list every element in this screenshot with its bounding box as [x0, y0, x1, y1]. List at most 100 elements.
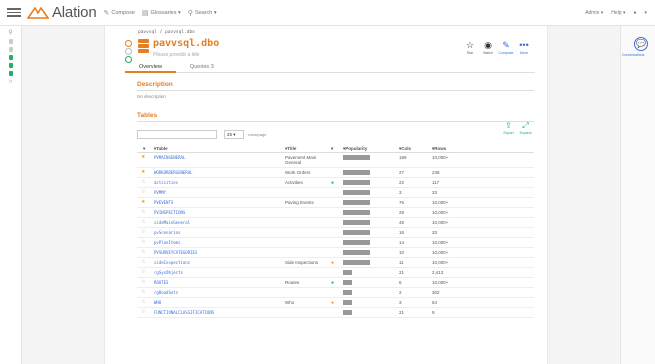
table-link[interactable]: WHO: [154, 300, 161, 305]
star-icon[interactable]: ☆: [141, 279, 145, 285]
star-icon[interactable]: ☆: [141, 309, 145, 315]
star-icon[interactable]: ☆: [141, 289, 145, 295]
star-button[interactable]: ☆ Star: [461, 40, 479, 55]
table-title: Work Orders: [285, 170, 311, 175]
cols-count: 3: [399, 300, 402, 305]
table-link[interactable]: sideInspections: [154, 260, 190, 265]
table-link[interactable]: pvPlanItems: [154, 240, 181, 245]
star-icon[interactable]: ★: [141, 169, 145, 175]
table-row: ★ PVMAINGENERAL Pavement Main General 199 10…: [137, 153, 534, 168]
help-menu[interactable]: Help ▾: [611, 10, 625, 16]
rows-count: 9: [432, 310, 435, 315]
rows-count: 54: [432, 300, 438, 305]
star-icon[interactable]: ☆: [141, 239, 145, 245]
star-icon[interactable]: ☆: [141, 189, 145, 195]
table-link[interactable]: PVMMY: [154, 190, 166, 195]
star-icon[interactable]: ★: [141, 199, 145, 205]
table-link[interactable]: PVEVENTS: [154, 200, 173, 205]
table-link[interactable]: sideMainGeneral: [154, 220, 190, 225]
page-size-select[interactable]: 25 ▾: [224, 130, 244, 139]
filter-input[interactable]: [137, 130, 217, 139]
rows-count: 10,000+: [432, 260, 449, 265]
table-link[interactable]: ROUTES: [154, 280, 168, 285]
star-icon[interactable]: ☆: [141, 219, 145, 225]
flag-warning-icon[interactable]: [125, 48, 132, 55]
tab-queries[interactable]: Queries 3: [176, 63, 228, 73]
search-icon[interactable]: ⚲: [0, 29, 21, 36]
chat-icon[interactable]: ○: [0, 79, 21, 85]
compose-button[interactable]: ✎ Compose: [497, 40, 515, 55]
cols-count: 21: [399, 310, 405, 315]
table-row: ☆ ROUTES Routes ● 6 10,000+: [137, 278, 534, 288]
star-icon[interactable]: ☆: [141, 269, 145, 275]
admin-menu[interactable]: Admin ▾: [585, 10, 603, 16]
watch-label: Watch: [483, 51, 493, 55]
page-tabs: Overview Queries 3: [125, 63, 535, 73]
nav-search-label: Search ▾: [194, 9, 217, 16]
table-link[interactable]: rgRoadSets: [154, 290, 178, 295]
star-icon[interactable]: ☆: [141, 259, 145, 265]
catalog-icon[interactable]: [8, 39, 13, 44]
breadcrumb[interactable]: pavvsql / pavvsql.dbo: [138, 30, 195, 35]
table-link[interactable]: rgSysObjects: [154, 270, 183, 275]
alation-logo-icon: [27, 6, 49, 19]
export-button[interactable]: ⇪ Export: [500, 121, 517, 135]
table-link[interactable]: FUNCTIONALCLASSIFICATIONS: [154, 310, 214, 315]
star-icon[interactable]: ☆: [141, 299, 145, 305]
col-header-title[interactable]: ▾ Title: [285, 146, 296, 152]
pencil-icon: ✎: [103, 9, 110, 17]
right-panel: [620, 26, 655, 364]
col-title-sort-icon[interactable]: ▾: [331, 146, 333, 152]
table-link[interactable]: PVMAINGENERAL: [154, 155, 185, 160]
table-title: Routes: [285, 280, 300, 285]
conversations-icon[interactable]: 💬: [634, 37, 648, 51]
table-row: ☆ FUNCTIONALCLASSIFICATIONS 21 9: [137, 308, 534, 318]
cols-count: 14: [399, 240, 405, 245]
star-icon[interactable]: ☆: [141, 179, 145, 185]
database-icon[interactable]: [8, 55, 13, 60]
col-header-popularity[interactable]: ▾ Popularity: [343, 146, 367, 152]
table-icon[interactable]: [8, 63, 13, 68]
nav-compose[interactable]: ✎ Compose: [103, 9, 134, 17]
cols-count: 29: [399, 210, 405, 215]
page-subtitle[interactable]: Please provide a title: [153, 52, 199, 58]
star-icon[interactable]: ☆: [141, 209, 145, 215]
star-icon[interactable]: ★: [141, 154, 145, 160]
rows-count: 302: [432, 290, 440, 295]
list-icon[interactable]: [8, 47, 13, 52]
tables-list: ★ PVMAINGENERAL Pavement Main General 199 10…: [137, 153, 534, 318]
export-label: Export: [503, 131, 514, 135]
expand-button[interactable]: ⤢ Expand: [517, 121, 534, 135]
table-link[interactable]: PVINSPECTIONS: [154, 210, 185, 215]
watch-button[interactable]: ◉ Watch: [479, 40, 497, 55]
more-button[interactable]: ••• More: [515, 40, 533, 55]
popularity-bar: [343, 260, 370, 265]
col-header-cols[interactable]: ▾ Cols: [399, 146, 411, 152]
col-header-table-label: Table: [156, 146, 168, 151]
user-avatar[interactable]: ● ▾: [633, 10, 647, 16]
star-icon[interactable]: ☆: [141, 229, 145, 235]
table-link[interactable]: pvScenarios: [154, 230, 181, 235]
star-icon[interactable]: ☆: [141, 249, 145, 255]
table-link[interactable]: PVSURVEYCATEGORIES: [154, 250, 197, 255]
col-header-rows[interactable]: ▾ Rows: [432, 146, 446, 152]
popularity-bar: [343, 200, 370, 205]
nav-glossaries[interactable]: ▤ Glossaries ▾: [142, 9, 181, 17]
rows-count: 10,000+: [432, 250, 449, 255]
table-link[interactable]: activities: [154, 180, 178, 185]
description-text[interactable]: No description: [137, 94, 166, 99]
table-title: Activities: [285, 180, 303, 185]
trust-flags[interactable]: [125, 40, 132, 64]
flag-deprecate-icon[interactable]: [125, 56, 132, 63]
rows-per-page-label: rows/page: [248, 132, 267, 137]
sort-icon[interactable]: ▾: [143, 146, 145, 152]
flag-endorse-icon[interactable]: [125, 40, 132, 47]
nav-search[interactable]: ⚲ Search ▾: [188, 9, 217, 17]
table-row: ☆ WHO Who ● 3 54: [137, 298, 534, 308]
alation-logo[interactable]: Alation: [27, 4, 97, 21]
file-icon[interactable]: [8, 71, 13, 76]
tab-overview[interactable]: Overview: [125, 63, 176, 73]
col-header-table[interactable]: ▾ Table: [154, 146, 168, 152]
menu-icon[interactable]: [7, 6, 21, 19]
table-link[interactable]: WORKORDERGENERAL: [154, 170, 193, 175]
